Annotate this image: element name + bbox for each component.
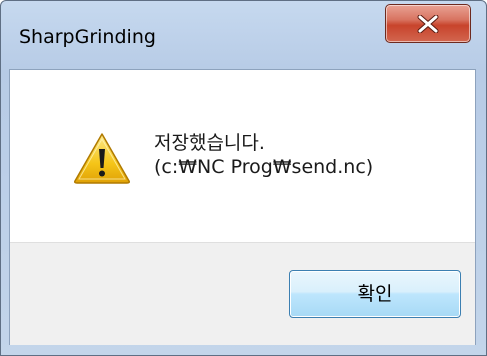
title-bar[interactable]: SharpGrinding xyxy=(1,1,486,69)
window-title: SharpGrinding xyxy=(19,26,156,48)
message-text-line1: 저장했습니다. xyxy=(154,132,265,154)
warning-icon xyxy=(74,133,130,184)
ok-button[interactable]: 확인 xyxy=(289,270,461,318)
close-icon xyxy=(417,15,439,33)
close-button[interactable] xyxy=(385,4,471,43)
message-area: 저장했습니다. (c:₩NC Prog₩send.nc) xyxy=(10,70,475,242)
message-dialog: SharpGrinding 저장했습니다. (c:₩NC Prog₩send.n… xyxy=(0,0,487,356)
message-text-line2: (c:₩NC Prog₩send.nc) xyxy=(154,156,374,178)
button-bar: 확인 xyxy=(10,242,475,345)
dialog-body: 저장했습니다. (c:₩NC Prog₩send.nc) 확인 xyxy=(9,69,476,345)
